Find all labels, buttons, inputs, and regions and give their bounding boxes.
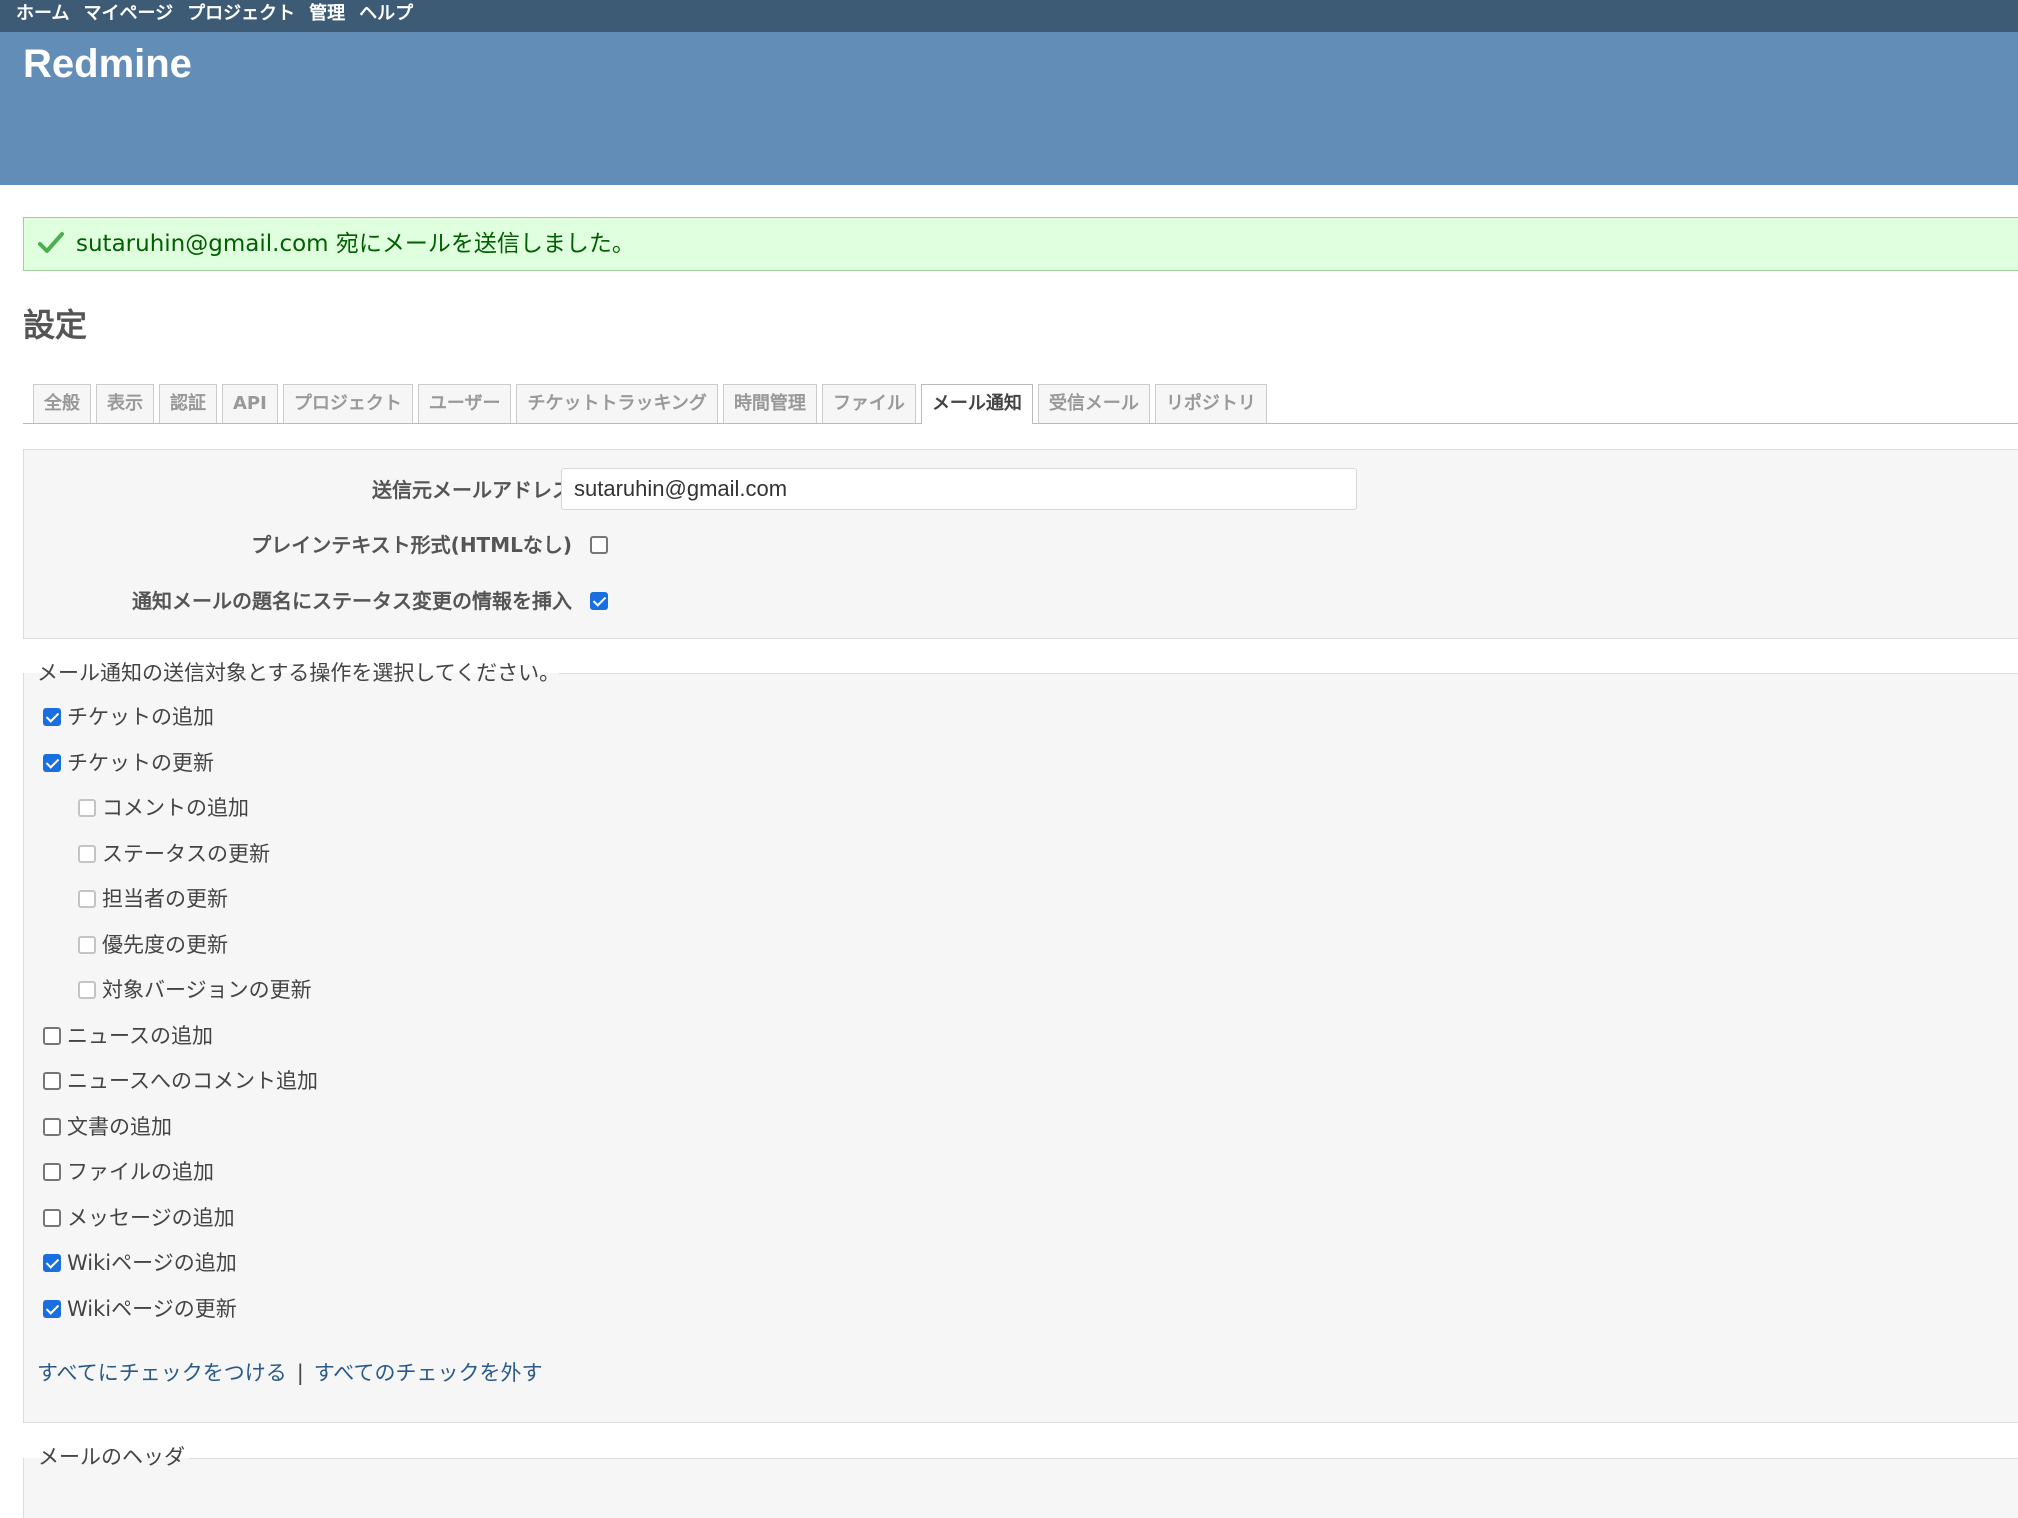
event-version-updated-checkbox[interactable] (78, 980, 96, 999)
event-wiki-page-added[interactable]: Wikiページの追加 (43, 1248, 237, 1278)
checkmark-icon (38, 232, 64, 253)
tab-email-notifications[interactable]: メール通知 (920, 384, 1033, 424)
check-links: すべてにチェックをつける | すべてのチェックを外す (37, 1357, 542, 1387)
settings-tabs: 全般 表示 認証 API プロジェクト ユーザー チケットトラッキング 時間管理… (23, 384, 2018, 424)
status-in-subject-checkbox[interactable] (590, 592, 608, 610)
event-status-updated-checkbox[interactable] (78, 844, 96, 863)
from-address-label: 送信元メールアドレス (372, 478, 572, 502)
event-assignee-updated-checkbox[interactable] (78, 889, 96, 908)
email-header-legend: メールのヘッダ (38, 1445, 185, 1469)
notified-events-legend: メール通知の送信対象とする操作を選択してください。 (37, 661, 561, 685)
event-document-added[interactable]: 文書の追加 (43, 1112, 172, 1142)
tab-general[interactable]: 全般 (33, 384, 91, 423)
email-general-settings: 送信元メールアドレス プレインテキスト形式(HTMLなし) 通知メールの題名にス… (23, 449, 2018, 639)
event-version-updated[interactable]: 対象バージョンの更新 (78, 975, 312, 1005)
email-header-fieldset: メールのヘッダ (23, 1445, 2018, 1518)
tab-time-tracking[interactable]: 時間管理 (722, 384, 817, 423)
status-in-subject-label: 通知メールの題名にステータス変更の情報を挿入 (132, 589, 572, 613)
check-all-link[interactable]: すべてにチェックをつける (37, 1361, 287, 1385)
event-news-added-checkbox[interactable] (43, 1026, 61, 1045)
tab-api[interactable]: API (222, 384, 278, 423)
event-document-added-checkbox[interactable] (43, 1117, 61, 1136)
links-separator: | (296, 1361, 304, 1385)
event-issue-added-checkbox[interactable] (43, 707, 61, 726)
site-title[interactable]: Redmine (23, 42, 192, 87)
event-note-added-checkbox[interactable] (78, 798, 96, 817)
event-news-added[interactable]: ニュースの追加 (43, 1021, 213, 1051)
event-file-added[interactable]: ファイルの追加 (43, 1157, 214, 1187)
event-priority-updated[interactable]: 優先度の更新 (78, 930, 228, 960)
top-menu-admin[interactable]: 管理 (309, 0, 345, 28)
tab-files[interactable]: ファイル (821, 384, 916, 423)
top-menu-help[interactable]: ヘルプ (359, 0, 413, 28)
tab-users[interactable]: ユーザー (417, 384, 512, 423)
tab-projects[interactable]: プロジェクト (282, 384, 413, 423)
tab-incoming-emails[interactable]: 受信メール (1037, 384, 1150, 423)
status-in-subject-row: 通知メールの題名にステータス変更の情報を挿入 (24, 581, 2018, 621)
uncheck-all-link[interactable]: すべてのチェックを外す (314, 1361, 543, 1385)
top-menu-my-page[interactable]: マイページ (83, 0, 173, 28)
top-menu-home[interactable]: ホーム (16, 0, 69, 28)
event-status-updated[interactable]: ステータスの更新 (78, 839, 270, 869)
event-wiki-page-updated[interactable]: Wikiページの更新 (43, 1294, 237, 1324)
event-news-comment-added[interactable]: ニュースへのコメント追加 (43, 1066, 318, 1096)
notified-events-fieldset: メール通知の送信対象とする操作を選択してください。 チケットの追加 チケットの更… (23, 661, 2018, 1423)
top-menu-projects[interactable]: プロジェクト (187, 0, 295, 28)
header: Redmine (0, 32, 2018, 185)
event-news-comment-added-checkbox[interactable] (43, 1071, 61, 1090)
tab-repositories[interactable]: リポジトリ (1154, 384, 1267, 423)
event-wiki-page-added-checkbox[interactable] (43, 1253, 61, 1272)
from-address-input[interactable] (561, 468, 1357, 510)
top-menu: ホーム マイページ プロジェクト 管理 ヘルプ (0, 0, 2018, 32)
from-address-row: 送信元メールアドレス (24, 468, 2018, 510)
tab-authentication[interactable]: 認証 (159, 384, 217, 423)
plain-text-row: プレインテキスト形式(HTMLなし) (24, 525, 2018, 565)
event-issue-updated-checkbox[interactable] (43, 753, 61, 772)
event-message-posted-checkbox[interactable] (43, 1208, 61, 1227)
event-priority-updated-checkbox[interactable] (78, 935, 96, 954)
event-wiki-page-updated-checkbox[interactable] (43, 1299, 61, 1318)
plain-text-checkbox[interactable] (590, 536, 608, 554)
event-note-added[interactable]: コメントの追加 (78, 793, 249, 823)
flash-notice: sutaruhin@gmail.com 宛にメールを送信しました。 (23, 217, 2018, 271)
event-file-added-checkbox[interactable] (43, 1162, 61, 1181)
flash-message: sutaruhin@gmail.com 宛にメールを送信しました。 (76, 231, 635, 257)
tab-display[interactable]: 表示 (96, 384, 154, 423)
plain-text-label: プレインテキスト形式(HTMLなし) (251, 533, 572, 557)
event-issue-added[interactable]: チケットの追加 (43, 702, 214, 732)
event-issue-updated[interactable]: チケットの更新 (43, 748, 214, 778)
event-assignee-updated[interactable]: 担当者の更新 (78, 884, 228, 914)
event-message-posted[interactable]: メッセージの追加 (43, 1203, 235, 1233)
tab-issue-tracking[interactable]: チケットトラッキング (516, 384, 718, 423)
page-title: 設定 (23, 306, 88, 344)
